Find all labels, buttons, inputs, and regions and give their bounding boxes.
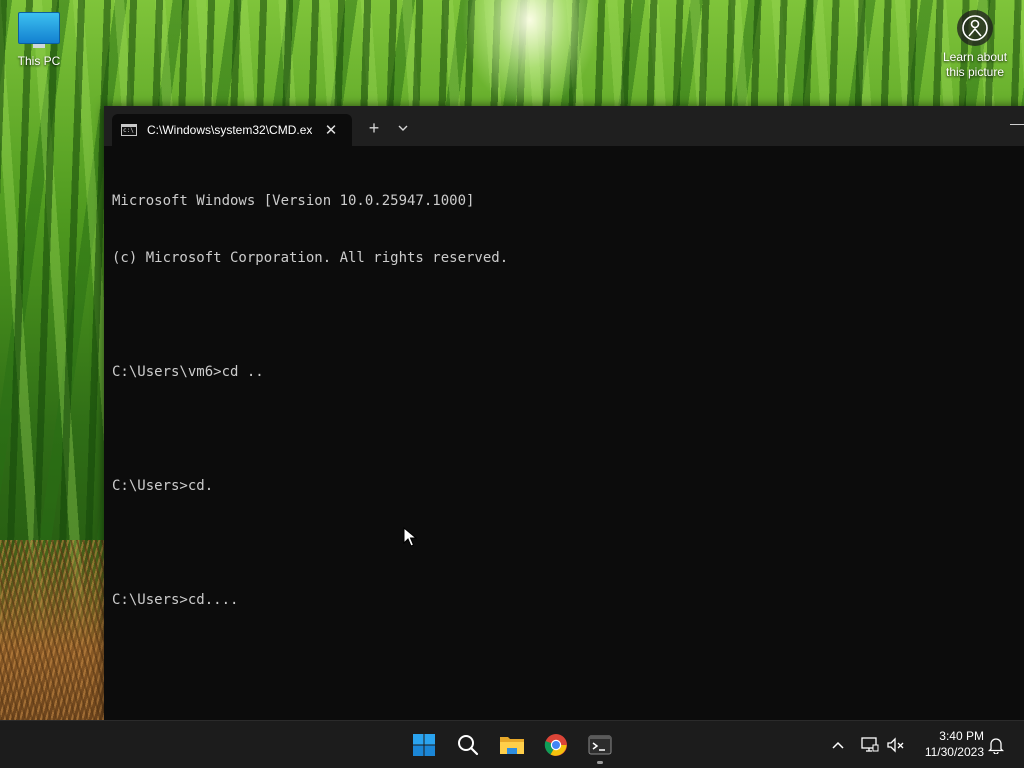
notification-bell-icon <box>988 738 1004 754</box>
volume-button[interactable] <box>884 733 908 757</box>
minimize-button[interactable] <box>1010 124 1024 125</box>
tab-cmd[interactable]: C:\Windows\system32\CMD.exe ✕ <box>112 114 352 146</box>
terminal-window[interactable]: C:\Windows\system32\CMD.exe ✕ + Microsof… <box>104 106 1024 720</box>
mouse-pointer-icon <box>403 527 417 547</box>
taskbar: 3:40 PM 11/30/2023 <box>0 720 1024 768</box>
volume-muted-icon <box>887 737 904 753</box>
new-tab-button[interactable]: + <box>364 118 384 138</box>
chrome-button[interactable] <box>540 729 572 761</box>
learn-about-picture[interactable]: Learn about this picture <box>938 10 1012 80</box>
chevron-down-icon <box>398 125 408 131</box>
console-line: C:\Users\vm6>cd .. <box>112 364 264 380</box>
terminal-taskbar-button[interactable] <box>584 729 616 761</box>
console-line: (c) Microsoft Corporation. All rights re… <box>112 250 509 266</box>
tab-title: C:\Windows\system32\CMD.exe <box>147 123 312 137</box>
start-button[interactable] <box>408 729 440 761</box>
console-output[interactable]: Microsoft Windows [Version 10.0.25947.10… <box>112 154 1016 712</box>
terminal-tab-bar[interactable]: C:\Windows\system32\CMD.exe ✕ + <box>104 106 1024 146</box>
console-line: C:\Users>cd. <box>112 478 214 494</box>
terminal-icon <box>588 735 612 755</box>
folder-icon <box>500 737 524 754</box>
windows-logo-icon <box>413 734 435 756</box>
close-tab-button[interactable]: ✕ <box>323 123 339 138</box>
clock-date: 11/30/2023 <box>924 745 984 759</box>
cmd-icon <box>121 124 137 136</box>
console-line: Microsoft Windows [Version 10.0.25947.10… <box>112 193 475 209</box>
desktop-icon-this-pc[interactable]: This PC <box>10 10 68 68</box>
running-indicator <box>597 761 603 764</box>
desktop-icon-label: This PC <box>17 54 61 68</box>
clock[interactable]: 3:40 PM 11/30/2023 <box>912 728 984 760</box>
search-icon <box>458 735 479 756</box>
network-button[interactable] <box>858 733 882 757</box>
console-line: C:\Users>cd.... <box>112 592 239 608</box>
tab-dropdown-button[interactable] <box>394 119 412 137</box>
chrome-icon <box>544 734 567 756</box>
file-explorer-button[interactable] <box>496 729 528 761</box>
search-button[interactable] <box>452 729 484 761</box>
chevron-up-icon <box>832 741 844 749</box>
learn-line-2: this picture <box>945 65 1005 79</box>
show-hidden-icons-button[interactable] <box>826 733 850 757</box>
network-icon <box>861 737 879 752</box>
notifications-button[interactable] <box>984 733 1008 757</box>
camera-circle-icon <box>957 10 993 46</box>
clock-time: 3:40 PM <box>939 729 984 743</box>
wallpaper-grass <box>0 540 104 720</box>
learn-line-1: Learn about <box>942 50 1008 64</box>
this-pc-icon <box>18 12 60 48</box>
